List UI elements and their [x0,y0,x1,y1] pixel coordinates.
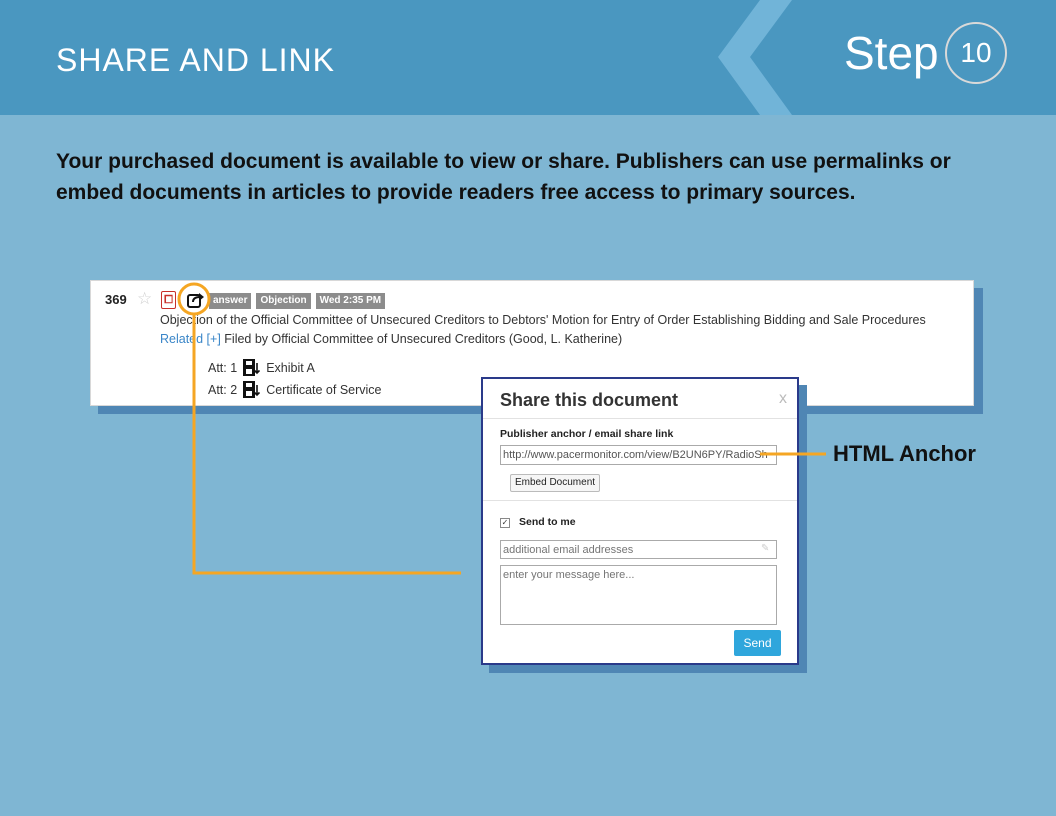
callout-lines [177,282,826,575]
share-icon-highlight-ring [177,282,211,316]
callout-line-share [192,314,461,575]
html-anchor-callout-label: HTML Anchor [833,441,976,466]
